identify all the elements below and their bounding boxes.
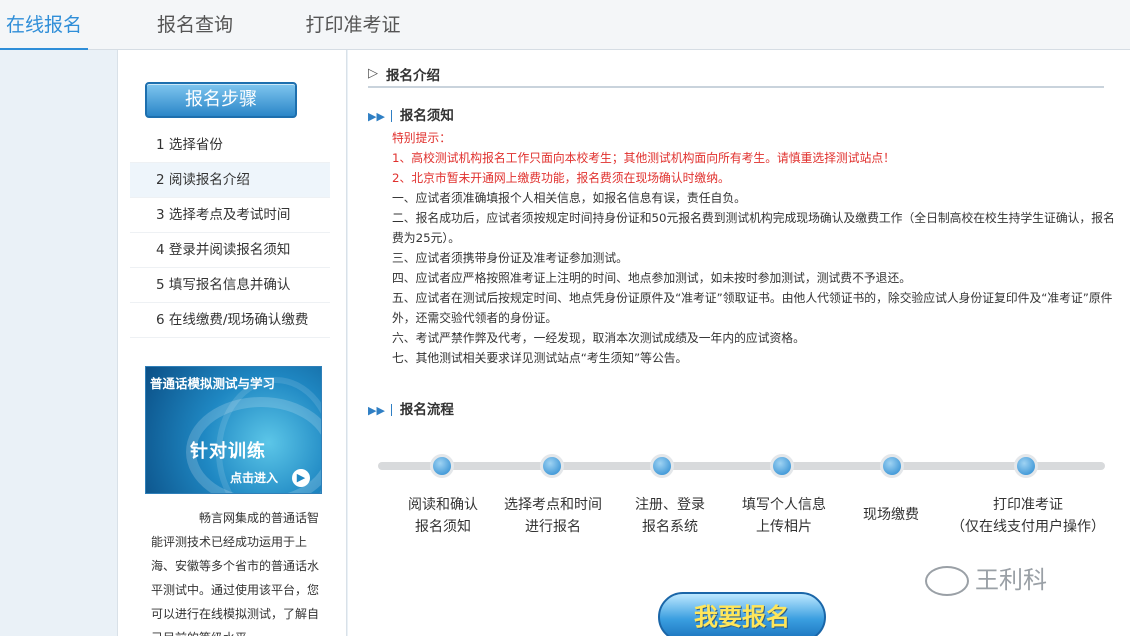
flow-step-3-line2: 报名系统	[642, 519, 698, 535]
tab-print-admission-ticket[interactable]: 打印准考证	[298, 0, 408, 50]
step-item-6[interactable]: 6 在线缴费/现场确认缴费	[130, 303, 330, 338]
watermark-text: 王利科	[975, 566, 1047, 594]
step-list: 1 选择省份 2 阅读报名介绍 3 选择考点及考试时间 4 登录并阅读报名须知 …	[130, 128, 330, 338]
flow-node-5	[880, 454, 904, 478]
promo-enter-link[interactable]: 点击进入	[230, 469, 278, 486]
section-title: ▷ 报名介绍	[368, 62, 1104, 88]
flow-node-3	[650, 454, 674, 478]
sidebar: 报名步骤 1 选择省份 2 阅读报名介绍 3 选择考点及考试时间 4 登录并阅读…	[117, 50, 347, 636]
steps-button[interactable]: 报名步骤	[145, 82, 297, 118]
flow-heading: ▶▶ 报名流程	[368, 398, 454, 418]
notice-item-6: 六、考试严禁作弊及代考，一经发现，取消本次测试成绩及一年内的应试资格。	[392, 331, 805, 345]
flow-step-6-line1: 打印准考证	[993, 497, 1063, 513]
step-item-4[interactable]: 4 登录并阅读报名须知	[130, 233, 330, 268]
flow-heading-text: 报名流程	[399, 402, 454, 418]
flow-step-5: 现场缴费	[826, 504, 956, 526]
wechat-icon	[925, 566, 969, 596]
flow-step-2: 选择考点和时间 进行报名	[488, 494, 618, 538]
main-content: ▷ 报名介绍 ▶▶ 报名须知 特别提示： 1、高校测试机构报名工作只面向本校考生；…	[348, 50, 1130, 636]
flow-track	[378, 462, 1105, 470]
flow-step-6-line2: （仅在线支付用户操作）	[951, 519, 1105, 535]
notice-item-1: 一、应试者须准确填报个人相关信息，如报名信息有误，责任自负。	[392, 191, 746, 205]
flow-node-4	[770, 454, 794, 478]
tip-label: 特别提示：	[392, 131, 451, 145]
notice-item-4: 四、应试者应严格按照准考证上注明的时间、地点参加测试，如未按时参加测试，测试费不…	[392, 271, 912, 285]
notice-item-3: 三、应试者须携带身份证及准考证参加测试。	[392, 251, 628, 265]
triangle-icon: ▷	[368, 66, 378, 81]
notice-heading: ▶▶ 报名须知	[368, 104, 454, 124]
step-item-1[interactable]: 1 选择省份	[130, 128, 330, 163]
divider	[390, 404, 392, 416]
flow-step-2-line2: 进行报名	[525, 519, 581, 535]
flow-node-2	[540, 454, 564, 478]
step-item-5[interactable]: 5 填写报名信息并确认	[130, 268, 330, 303]
flow-node-1	[430, 454, 454, 478]
play-arrow-icon: ▶▶	[368, 110, 385, 123]
step-item-3[interactable]: 3 选择考点及考试时间	[130, 198, 330, 233]
tab-online-registration[interactable]: 在线报名	[0, 0, 88, 50]
flow-step-6: 打印准考证 （仅在线支付用户操作）	[938, 494, 1118, 538]
arrow-right-icon[interactable]: ▶	[292, 469, 310, 487]
notice-body: 特别提示： 1、高校测试机构报名工作只面向本校考生；其他测试机构面向所有考生。请…	[392, 128, 1122, 368]
apply-button[interactable]: 我要报名	[658, 592, 826, 636]
notice-item-2: 二、报名成功后，应试者须按规定时间持身份证和50元报名费到测试机构完成现场确认及…	[392, 211, 1115, 245]
watermark: 王利科	[925, 560, 1047, 596]
promo-title: 普通话模拟测试与学习	[150, 376, 276, 391]
tab-registration-query[interactable]: 报名查询	[150, 0, 240, 50]
step-item-2[interactable]: 2 阅读报名介绍	[130, 163, 330, 198]
promo-banner[interactable]: 普通话模拟测试与学习 针对训练 点击进入 ▶	[145, 366, 322, 494]
tip-line-2: 2、北京市暂未开通网上缴费功能，报名费须在现场确认时缴纳。	[392, 171, 730, 185]
flow-step-2-line1: 选择考点和时间	[504, 497, 602, 513]
divider	[390, 110, 392, 122]
flow-node-6	[1014, 454, 1038, 478]
top-tab-bar: 在线报名 报名查询 打印准考证	[0, 0, 1130, 50]
promo-main-text: 针对训练	[190, 441, 266, 462]
flow-step-5-line1: 现场缴费	[863, 507, 919, 523]
flow-step-3: 注册、登录 报名系统	[605, 494, 735, 538]
flow-step-3-line1: 注册、登录	[635, 497, 705, 513]
sidebar-description: 畅言网集成的普通话智能评测技术已经成功运用于上海、安徽等多个省市的普通话水平测试…	[151, 511, 320, 636]
play-arrow-icon: ▶▶	[368, 404, 385, 417]
notice-heading-text: 报名须知	[399, 108, 454, 124]
tip-line-1: 1、高校测试机构报名工作只面向本校考生；其他测试机构面向所有考生。请慎重选择测试…	[392, 151, 895, 165]
notice-item-5: 五、应试者在测试后按规定时间、地点凭身份证原件及“准考证”领取证书。由他人代领证…	[392, 291, 1113, 325]
section-title-text: 报名介绍	[386, 68, 440, 84]
notice-item-7: 七、其他测试相关要求详见测试站点“考生须知”等公告。	[392, 351, 688, 365]
